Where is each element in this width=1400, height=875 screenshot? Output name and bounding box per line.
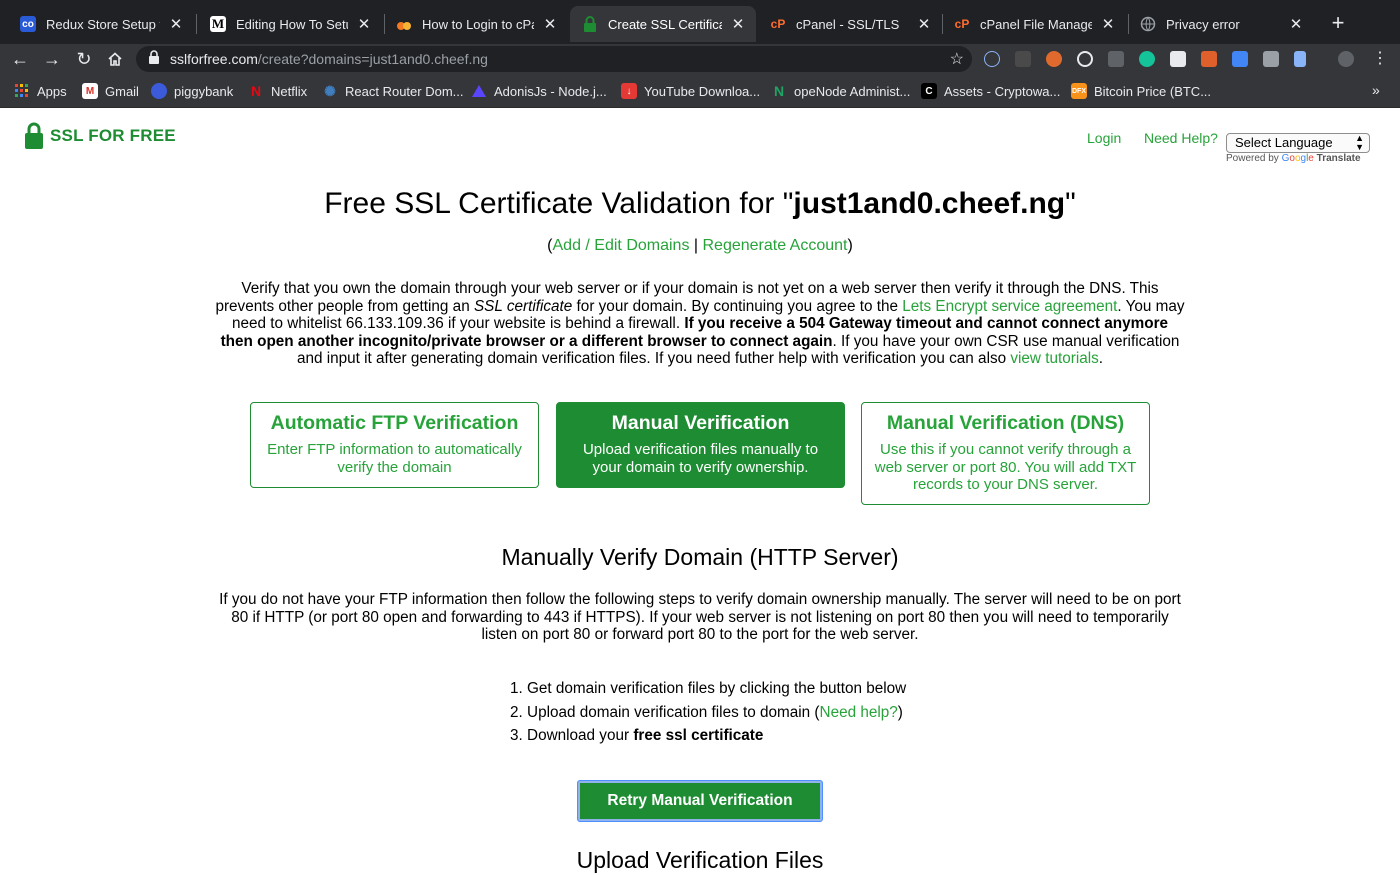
close-icon[interactable]: ✕ [168, 15, 184, 33]
medium-icon: M [210, 16, 226, 32]
co-icon: co [20, 16, 36, 32]
add-edit-domains-link[interactable]: Add / Edit Domains [553, 237, 690, 254]
section-title: Manually Verify Domain (HTTP Server) [501, 544, 899, 570]
reload-icon[interactable]: ↻ [72, 47, 96, 71]
kebab-menu-icon[interactable]: ⋮ [1368, 47, 1392, 71]
browser-tab[interactable]: cP cPanel - SSL/TLS ✕ [758, 6, 942, 42]
need-help-link[interactable]: Need Help? [1144, 130, 1218, 146]
gmail-icon: M [82, 83, 98, 99]
forward-arrow-icon[interactable]: → [40, 47, 64, 71]
browser-tab[interactable]: How to Login to cPane ✕ [384, 6, 568, 42]
apps-grid-icon [14, 83, 30, 99]
bookmark-item[interactable]: N Netflix [248, 83, 307, 99]
url-path: /create?domains=just1and0.cheef.ng [257, 51, 488, 67]
react-devtools-icon[interactable] [984, 51, 1000, 67]
bookmarks-bar: Apps M Gmail piggybank N Netflix ✺ React… [0, 74, 1400, 108]
url-host: sslforfree.com [170, 51, 258, 67]
logo-text: SSL FOR FREE [50, 126, 176, 145]
section-paragraph: If you do not have your FTP information … [219, 591, 1181, 643]
cpanel-icon: cP [954, 17, 970, 31]
automatic-ftp-verification-option[interactable]: Automatic FTP Verification Enter FTP inf… [250, 402, 539, 488]
list-item: 3. Download your free ssl certificate [510, 727, 764, 744]
browser-tab[interactable]: co Redux Store Setup for ✕ [8, 6, 194, 42]
close-icon[interactable]: ✕ [356, 15, 372, 33]
view-tutorials-link[interactable]: view tutorials [1010, 350, 1098, 367]
url-bar[interactable]: sslforfree.com /create?domains=just1and0… [136, 46, 972, 72]
color-picker-icon[interactable] [1294, 51, 1306, 67]
close-icon[interactable]: ✕ [542, 15, 558, 33]
google-translate-icon[interactable] [1232, 51, 1248, 67]
list-item: 1. Get domain verification files by clic… [510, 680, 907, 697]
globe-icon [1140, 16, 1156, 32]
stack-icon[interactable] [1201, 51, 1217, 67]
browser-tab[interactable]: M Editing How To Setup f ✕ [198, 6, 382, 42]
bookmark-item[interactable]: DFX Bitcoin Price (BTC... [1071, 83, 1211, 99]
orange-dots-icon [396, 16, 412, 32]
login-link[interactable]: Login [1087, 130, 1121, 146]
site-logo[interactable]: SSL FOR FREE [24, 122, 176, 150]
padlock-logo-icon [25, 122, 43, 149]
upload-section-title: Upload Verification Files [576, 847, 824, 873]
profile-avatar[interactable] [1338, 51, 1354, 67]
lets-encrypt-agreement-link[interactable]: Lets Encrypt service agreement [902, 298, 1117, 315]
new-tab-plus-icon[interactable]: + [1326, 12, 1350, 36]
powered-by-google-translate: Powered by Google Translate [1226, 153, 1361, 164]
manual-dns-verification-option[interactable]: Manual Verification (DNS) Use this if yo… [861, 402, 1150, 505]
page-content: SSL FOR FREE Login Need Help? Select Lan… [0, 108, 1400, 875]
adonis-icon [471, 83, 487, 99]
piggybank-icon [151, 83, 167, 99]
browser-tab[interactable]: cP cPanel File Manager v3 ✕ [942, 6, 1126, 42]
vue-devtools-icon[interactable] [1015, 51, 1031, 67]
bookmarks-overflow-chevron-icon[interactable]: » [1372, 82, 1380, 98]
bitcoin-icon: DFX [1071, 83, 1087, 99]
lock-icon [582, 16, 598, 32]
grammarly-icon[interactable] [1139, 51, 1155, 67]
page-title: Free SSL Certificate Validation for "jus… [324, 187, 1076, 220]
bookmark-item[interactable]: Apps [14, 83, 67, 99]
manual-verification-option[interactable]: Manual Verification Upload verification … [556, 402, 845, 488]
intro-paragraph: Verify that you own the domain through y… [215, 280, 1185, 367]
padlock-icon [148, 49, 162, 69]
account-links: (Add / Edit Domains | Regenerate Account… [547, 237, 853, 254]
steps-list: 1. Get domain verification files by clic… [510, 680, 906, 751]
bookmark-item[interactable]: M Gmail [82, 83, 139, 99]
back-arrow-icon[interactable]: ← [8, 47, 32, 71]
bookmark-item[interactable]: N opeNode Administ... [771, 83, 910, 99]
browser-tab[interactable]: Privacy error ✕ [1128, 6, 1314, 42]
camera-icon[interactable] [1263, 51, 1279, 67]
tab-divider [196, 14, 197, 34]
download-icon: ↓ [621, 83, 637, 99]
openode-icon: N [773, 83, 785, 99]
regenerate-account-link[interactable]: Regenerate Account [703, 237, 848, 254]
target-icon[interactable] [1077, 51, 1093, 67]
bookmark-star-icon[interactable]: ☆ [950, 49, 964, 69]
browser-tab-active[interactable]: Create SSL Certificate ✕ [570, 6, 756, 42]
qr-code-icon[interactable] [1170, 51, 1186, 67]
bookmark-item[interactable]: C Assets - Cryptowa... [921, 83, 1060, 99]
bookmark-item[interactable]: piggybank [151, 83, 233, 99]
retry-manual-verification-button[interactable]: Retry Manual Verification [578, 781, 822, 821]
domain-name: just1and0.cheef.ng [793, 187, 1066, 220]
close-icon[interactable]: ✕ [1288, 15, 1304, 33]
need-help-step-link[interactable]: Need help? [820, 704, 898, 721]
bookmark-item[interactable]: ↓ YouTube Downloa... [621, 83, 760, 99]
close-icon[interactable]: ✕ [1100, 15, 1116, 33]
close-icon[interactable]: ✕ [730, 15, 746, 33]
cpanel-icon: cP [770, 17, 786, 31]
close-icon[interactable]: ✕ [916, 15, 932, 33]
netflix-icon: N [250, 83, 262, 99]
address-toolbar: ← → ↻ sslforfree.com /create?domains=jus… [0, 44, 1400, 74]
select-arrows-icon: ▲ ▼ [1355, 133, 1364, 152]
browser-tab-strip: co Redux Store Setup for ✕ M Editing How… [0, 0, 1400, 44]
list-item: 2. Upload domain verification files to d… [510, 703, 903, 721]
bookmark-item[interactable]: AdonisJs - Node.j... [471, 83, 607, 99]
react-router-icon: ✺ [324, 82, 336, 99]
wordpress-icon[interactable] [1046, 51, 1062, 67]
language-select[interactable]: Select Language ▲ ▼ [1226, 133, 1370, 153]
glasses-icon[interactable] [1108, 51, 1124, 67]
cryptowatch-icon: C [921, 83, 937, 99]
google-logo: Google [1281, 153, 1314, 164]
home-icon[interactable] [103, 47, 127, 71]
bookmark-item[interactable]: ✺ React Router Dom... [322, 82, 463, 99]
